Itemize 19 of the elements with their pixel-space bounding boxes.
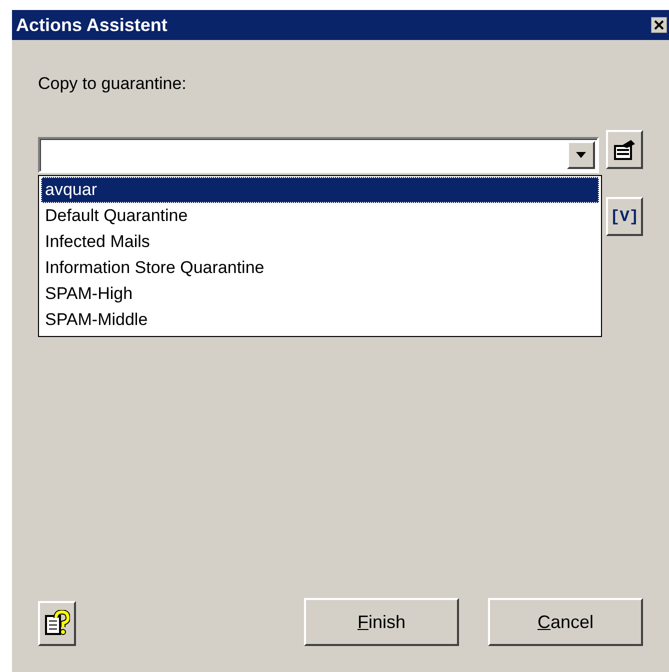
finish-button[interactable]: Finish [304,598,459,646]
dropdown-button[interactable] [567,141,595,169]
help-button[interactable] [38,601,76,646]
dropdown-item[interactable]: Information Store Quarantine [41,255,599,281]
document-pen-icon [612,138,636,160]
field-label: Copy to guarantine: [38,74,186,94]
help-icon [44,610,70,638]
dropdown-item[interactable]: SPAM-Middle [41,307,599,333]
cancel-button[interactable]: Cancel [488,598,643,646]
dropdown-item[interactable]: Infected Mails [41,229,599,255]
quarantine-combo[interactable] [38,137,599,173]
dropdown-item[interactable]: Default Quarantine [41,203,599,229]
dropdown-item[interactable]: SPAM-High [41,281,599,307]
window-title: Actions Assistent [16,14,168,36]
variable-button[interactable]: [V] [606,197,643,236]
close-icon[interactable] [651,17,667,33]
caret-icon [576,152,586,158]
properties-button[interactable] [606,130,643,169]
dropdown-item[interactable]: avquar [41,177,599,203]
